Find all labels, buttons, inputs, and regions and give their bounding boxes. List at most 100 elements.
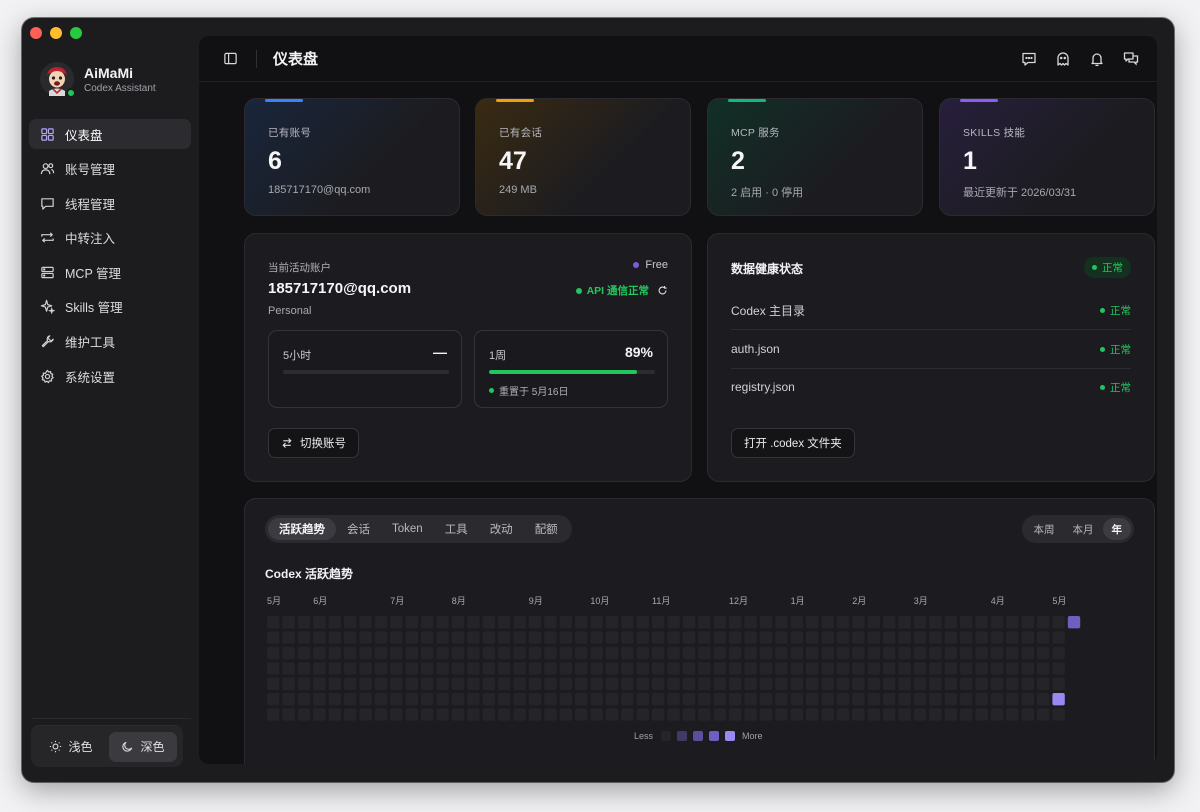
sidebar-item-dashboard[interactable]: 仪表盘 [29,119,191,149]
heatmap-cell[interactable] [621,677,634,690]
heatmap-cell[interactable] [929,708,942,721]
heatmap-cell[interactable] [898,693,911,706]
heatmap-cell[interactable] [667,646,680,660]
range-option-0[interactable]: 本周 [1025,518,1064,540]
heatmap-cell[interactable] [1037,646,1050,660]
heatmap-cell[interactable] [267,708,280,721]
heatmap-cell[interactable] [806,708,819,721]
heatmap-cell[interactable] [374,662,388,675]
heatmap-cell[interactable] [759,662,773,675]
heatmap-cell[interactable] [575,708,588,721]
heatmap-cell[interactable] [513,646,526,660]
heatmap-cell[interactable] [682,616,696,629]
heatmap-cell[interactable] [590,631,603,644]
heatmap-cell[interactable] [621,616,634,629]
heatmap-cell[interactable] [713,693,726,706]
close-window-button[interactable] [30,27,42,39]
avatar[interactable] [40,62,76,98]
heatmap-cell[interactable] [451,677,465,690]
heatmap-cell[interactable] [929,646,942,660]
heatmap-cell[interactable] [883,677,896,690]
heatmap-cell[interactable] [328,677,341,690]
heatmap-cell[interactable] [544,631,557,644]
heatmap-cell[interactable] [744,616,757,629]
minimize-window-button[interactable] [50,27,62,39]
heatmap-cell[interactable] [867,662,880,675]
heatmap-cell[interactable] [806,616,819,629]
heatmap-cell[interactable] [621,708,634,721]
heatmap-cell[interactable] [467,693,480,706]
heatmap-cell[interactable] [282,662,295,675]
heatmap-cell[interactable] [883,693,896,706]
heatmap-cell[interactable] [636,616,649,629]
heatmap-cell[interactable] [482,662,495,675]
heatmap-cell[interactable] [451,616,465,629]
heatmap-cell[interactable] [852,708,865,721]
heatmap-cell[interactable] [467,677,480,690]
heatmap-cell[interactable] [867,693,880,706]
heatmap-cell[interactable] [405,662,418,675]
heatmap-cell[interactable] [636,646,649,660]
heatmap-cell[interactable] [1037,693,1050,706]
heatmap-cell[interactable] [313,662,326,675]
heatmap-cell[interactable] [1052,693,1065,706]
heatmap-cell[interactable] [944,708,957,721]
heatmap-cell[interactable] [990,646,1004,660]
heatmap-cell[interactable] [898,708,911,721]
heatmap-cell[interactable] [528,677,542,690]
heatmap-cell[interactable] [1067,616,1081,629]
heatmap-cell[interactable] [528,616,542,629]
heatmap-cell[interactable] [713,646,726,660]
heatmap-cell[interactable] [282,708,295,721]
heatmap-cell[interactable] [436,646,449,660]
heatmap-cell[interactable] [374,616,388,629]
heatmap-cell[interactable] [390,646,403,660]
heatmap-cell[interactable] [405,708,418,721]
heatmap-cell[interactable] [344,616,357,629]
heatmap-cell[interactable] [313,631,326,644]
heatmap-cell[interactable] [390,677,403,690]
heatmap-cell[interactable] [944,616,957,629]
heatmap-cell[interactable] [605,662,619,675]
heatmap-cell[interactable] [528,708,542,721]
heatmap-cell[interactable] [590,662,603,675]
heatmap-cell[interactable] [528,631,542,644]
heatmap-cell[interactable] [790,693,803,706]
tab-2[interactable]: Token [381,518,434,540]
heatmap-cell[interactable] [975,677,988,690]
heatmap-cell[interactable] [328,708,341,721]
heatmap-cell[interactable] [883,616,896,629]
message-icon[interactable] [1021,51,1037,67]
heatmap-cell[interactable] [498,646,511,660]
heatmap-cell[interactable] [975,616,988,629]
sidebar-item-settings[interactable]: 系统设置 [29,361,191,391]
heatmap-cell[interactable] [267,693,280,706]
heatmap-cell[interactable] [498,677,511,690]
heatmap-cell[interactable] [729,646,742,660]
heatmap-cell[interactable] [944,662,957,675]
heatmap-cell[interactable] [1052,677,1065,690]
heatmap-cell[interactable] [1006,708,1019,721]
heatmap-cell[interactable] [1037,631,1050,644]
heatmap-cell[interactable] [883,662,896,675]
stat-card-mcp[interactable]: MCP 服务 2 2 启用 · 0 停用 [707,98,923,216]
heatmap-cell[interactable] [421,708,434,721]
heatmap-cell[interactable] [929,693,942,706]
heatmap-cell[interactable] [590,616,603,629]
heatmap-cell[interactable] [405,646,418,660]
heatmap-cell[interactable] [605,631,619,644]
heatmap-cell[interactable] [313,646,326,660]
heatmap-cell[interactable] [297,646,311,660]
range-option-2[interactable]: 年 [1102,518,1131,540]
heatmap-cell[interactable] [590,677,603,690]
heatmap-cell[interactable] [852,631,865,644]
sidebar-item-relay[interactable]: 中转注入 [29,223,191,253]
heatmap-cell[interactable] [898,631,911,644]
open-codex-folder-button[interactable]: 打开 .codex 文件夹 [731,428,855,458]
heatmap-cell[interactable] [821,616,834,629]
heatmap-cell[interactable] [1006,677,1019,690]
heatmap-cell[interactable] [605,708,619,721]
heatmap-cell[interactable] [990,631,1004,644]
heatmap-cell[interactable] [729,631,742,644]
heatmap-cell[interactable] [559,646,572,660]
